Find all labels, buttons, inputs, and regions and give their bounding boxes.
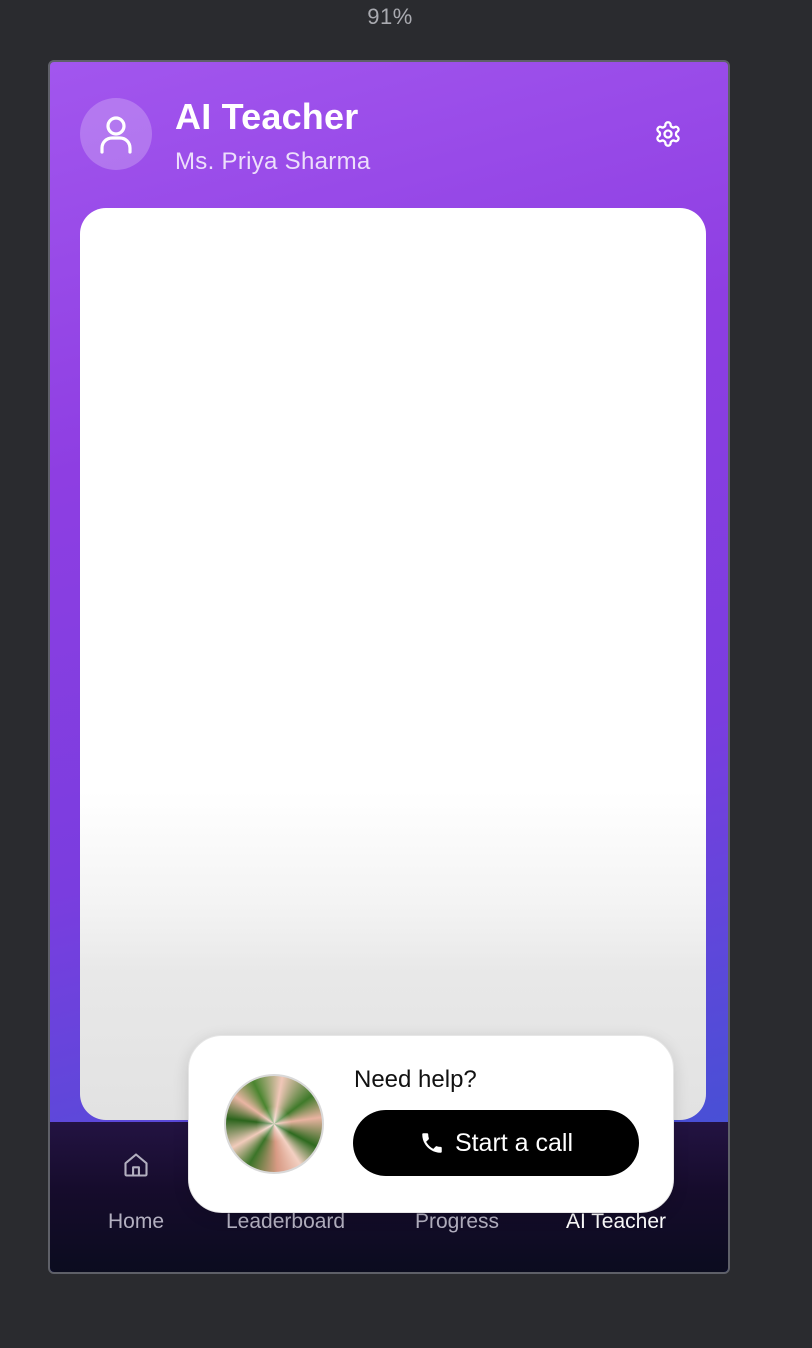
home-icon <box>124 1153 148 1177</box>
page-title: AI Teacher <box>175 96 359 137</box>
app-header: AI Teacher Ms. Priya Sharma <box>50 62 728 210</box>
nav-label-home: Home <box>108 1210 165 1233</box>
nav-label-leaderboard: Leaderboard <box>226 1210 346 1233</box>
gear-icon <box>656 121 680 147</box>
teacher-name: Ms. Priya Sharma <box>175 148 371 175</box>
settings-button[interactable] <box>652 118 684 150</box>
help-call-widget: Need help? Start a call <box>188 1035 674 1213</box>
user-icon <box>100 116 132 154</box>
zoom-level-indicator: 91% <box>367 4 413 29</box>
nav-item-home[interactable]: Home <box>108 1148 164 1234</box>
start-call-label: Start a call <box>454 1128 574 1157</box>
start-call-button[interactable]: Start a call <box>353 1110 639 1176</box>
teacher-avatar <box>80 98 152 170</box>
nav-label-ai-teacher: AI Teacher <box>566 1210 667 1233</box>
help-prompt: Need help? <box>354 1066 477 1093</box>
nav-label-progress: Progress <box>415 1210 500 1233</box>
voice-assistant-orb <box>224 1074 324 1174</box>
teacher-content-panel <box>80 208 706 1120</box>
phone-icon <box>419 1130 445 1156</box>
